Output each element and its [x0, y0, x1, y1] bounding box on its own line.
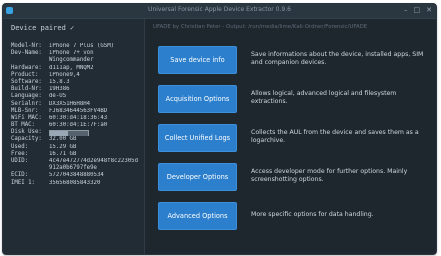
- acquisition-options-button[interactable]: Acquisition Options: [158, 85, 237, 113]
- free-label: Free:: [11, 150, 29, 157]
- output-banner: UFADE by Christian Peter - Output: /run/…: [153, 24, 368, 30]
- bt-mac-value: 60:30:d4:1E:7F:a0: [49, 122, 108, 129]
- product-value: iPhone9,4: [49, 71, 80, 78]
- title-bar: Universal Forensic Apple Device Extracto…: [3, 4, 436, 19]
- close-icon[interactable]: ✕: [426, 5, 432, 15]
- save-device-info-description: Save informations about the device, inst…: [251, 51, 424, 66]
- dev-name-value: iPhone 7+ von Wingcommander: [49, 50, 94, 64]
- model-value: iPhone 7 Plus (GSM): [49, 43, 115, 49]
- capacity-label: Capacity:: [11, 136, 42, 143]
- build-label: Build-Nr:: [11, 86, 42, 93]
- wifi-mac-label: WiFi MAC:: [11, 114, 42, 121]
- bt-mac-label: BT MAC:: [11, 122, 35, 129]
- build-value: 19H386: [49, 86, 70, 93]
- product-label: Product:: [11, 71, 39, 78]
- device-info-list: Model-Nr: iPhone 7 Plus (GSM) Dev-Name: iP…: [11, 43, 141, 187]
- serial-value: DX3X51H6H8H4: [49, 100, 91, 107]
- software-label: Software:: [11, 78, 42, 85]
- used-value: 15.29 GB: [49, 143, 77, 150]
- model-label: Model-Nr:: [11, 43, 42, 49]
- language-value: de-US: [49, 93, 67, 100]
- dev-name-label: Dev-Name:: [11, 50, 42, 57]
- language-label: Language:: [11, 93, 42, 100]
- developer-options-description: Access developer mode for further option…: [251, 168, 408, 183]
- minimize-icon[interactable]: –: [404, 5, 408, 15]
- free-value: 16.71 GB: [49, 150, 77, 157]
- imei-value: 356568085843320: [49, 179, 101, 186]
- ecid-value: 5727043848880534: [49, 172, 104, 179]
- mlb-label: MLB-Snr:: [11, 107, 39, 114]
- save-device-info-button[interactable]: Save device info: [158, 46, 237, 74]
- capacity-value: 32.00 GB: [49, 136, 77, 143]
- udid-label: UDID:: [11, 158, 29, 165]
- advanced-options-description: More specific options for data handling.: [251, 211, 374, 218]
- advanced-options-button[interactable]: Advanced Options: [158, 202, 237, 230]
- app-window: Universal Forensic Apple Device Extracto…: [2, 3, 437, 255]
- device-info-panel: Device paired ✓ Model-Nr: iPhone 7 Plus (…: [3, 19, 145, 254]
- serial-label: Serialnr:: [11, 100, 42, 107]
- ecid-label: ECID:: [11, 172, 29, 179]
- window-title: Universal Forensic Apple Device Extracto…: [148, 6, 291, 13]
- hardware-value: d111ap, MNQM2: [49, 64, 94, 71]
- maximize-icon[interactable]: □: [414, 5, 421, 15]
- imei-label: IMEI 1:: [11, 179, 35, 186]
- options-panel: UFADE by Christian Peter - Output: /run/…: [145, 19, 436, 254]
- wifi-mac-value: 60:30:d4:18:36:43: [49, 114, 108, 121]
- software-value: 15.8.3: [49, 78, 70, 85]
- collect-unified-logs-description: Collects the AUL from the device and sav…: [251, 129, 419, 144]
- hardware-label: Hardware:: [11, 64, 42, 71]
- disk-use-label: Disk Use:: [11, 129, 42, 136]
- developer-options-button[interactable]: Developer Options: [158, 163, 237, 191]
- used-label: Used:: [11, 143, 29, 150]
- mlb-value: FJ6834644563FV4BD: [49, 107, 108, 114]
- udid-value: 4c47e472774d2e948f8c22305d912a0b6797fe9e: [49, 158, 139, 172]
- acquisition-options-description: Allows logical, advanced logical and fil…: [251, 90, 397, 105]
- device-status: Device paired ✓: [11, 24, 75, 32]
- collect-unified-logs-button[interactable]: Collect Unified Logs: [158, 124, 237, 152]
